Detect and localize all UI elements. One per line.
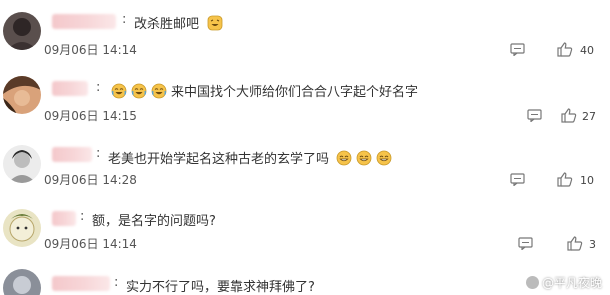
colon: :	[122, 12, 127, 27]
comment-text-wrap: 老美也开始学起名这种古老的玄学了吗	[108, 148, 396, 167]
watermark-logo-icon	[525, 276, 539, 289]
thumbs-up-icon[interactable]	[561, 108, 577, 123]
comment-item: : 实力不行了吗，要靠求神拜佛了?	[0, 259, 610, 295]
comment-text-wrap: 来中国找个大师给你们合合八字起个好名字	[111, 81, 418, 100]
comment-text-wrap: 额，是名字的问题吗?	[92, 210, 216, 229]
comment-item: : 改杀胜邮吧 09月06日 14:14 40	[0, 0, 610, 62]
like-count: 10	[580, 174, 594, 187]
thumbs-up-icon[interactable]	[557, 42, 573, 57]
comment-text: 老美也开始学起名这种古老的玄学了吗	[108, 152, 330, 167]
comment-text: 来中国找个大师给你们合合八字起个好名字	[171, 85, 419, 100]
avatar[interactable]	[3, 209, 41, 247]
comment-text-wrap: 实力不行了吗，要靠求神拜佛了?	[126, 276, 315, 295]
colon: :	[114, 275, 119, 290]
avatar[interactable]	[3, 145, 41, 183]
laugh-cry-emoji	[111, 83, 127, 99]
comment-time: 09月06日 14:28	[44, 173, 137, 187]
reply-icon[interactable]	[510, 173, 525, 186]
comment-item: : 额，是名字的问题吗? 09月06日 14:14 3	[0, 199, 610, 259]
comment-time: 09月06日 14:14	[44, 237, 137, 251]
smile-emoji	[376, 150, 392, 166]
laugh-cry-emoji	[151, 83, 167, 99]
thumbs-up-icon[interactable]	[557, 172, 573, 187]
comment-text-wrap: 改杀胜邮吧	[134, 13, 227, 32]
username-blurred[interactable]	[52, 147, 92, 162]
colon: :	[96, 146, 101, 161]
watermark-text: @平凡夜晚	[541, 276, 602, 290]
watermark: @平凡夜晚	[525, 274, 602, 291]
username-blurred[interactable]	[52, 211, 76, 226]
avatar[interactable]	[3, 12, 41, 50]
avatar[interactable]	[3, 76, 41, 114]
reply-icon[interactable]	[527, 109, 542, 122]
comment-time: 09月06日 14:14	[44, 43, 137, 57]
smile-emoji	[336, 150, 352, 166]
comment-text: 改杀胜邮吧	[134, 17, 200, 32]
reply-icon[interactable]	[518, 237, 533, 250]
grin-emoji	[207, 15, 223, 31]
reply-icon[interactable]	[510, 43, 525, 56]
comment-item: : 来中国找个大师给你们合合八字起个好名字 09月06日 14:15 27	[0, 62, 610, 127]
avatar[interactable]	[3, 269, 41, 295]
username-blurred[interactable]	[52, 276, 110, 291]
laugh-cry-emoji	[131, 83, 147, 99]
smile-emoji	[356, 150, 372, 166]
username-blurred[interactable]	[52, 14, 116, 29]
comment-time: 09月06日 14:15	[44, 109, 137, 123]
colon: :	[96, 80, 101, 95]
comment-text: 实力不行了吗，要靠求神拜佛了?	[126, 280, 315, 295]
username-blurred[interactable]	[52, 81, 88, 96]
comment-list: : 改杀胜邮吧 09月06日 14:14 40: 来中国找个大师给你们合合八字…	[0, 0, 610, 295]
like-count: 3	[589, 238, 596, 251]
like-count: 40	[580, 44, 594, 57]
comment-item: : 老美也开始学起名这种古老的玄学了吗 09月06日 14:28 10	[0, 127, 610, 199]
thumbs-up-icon[interactable]	[567, 236, 583, 251]
comment-text: 额，是名字的问题吗?	[92, 214, 216, 229]
colon: :	[80, 209, 85, 224]
like-count: 27	[582, 110, 596, 123]
